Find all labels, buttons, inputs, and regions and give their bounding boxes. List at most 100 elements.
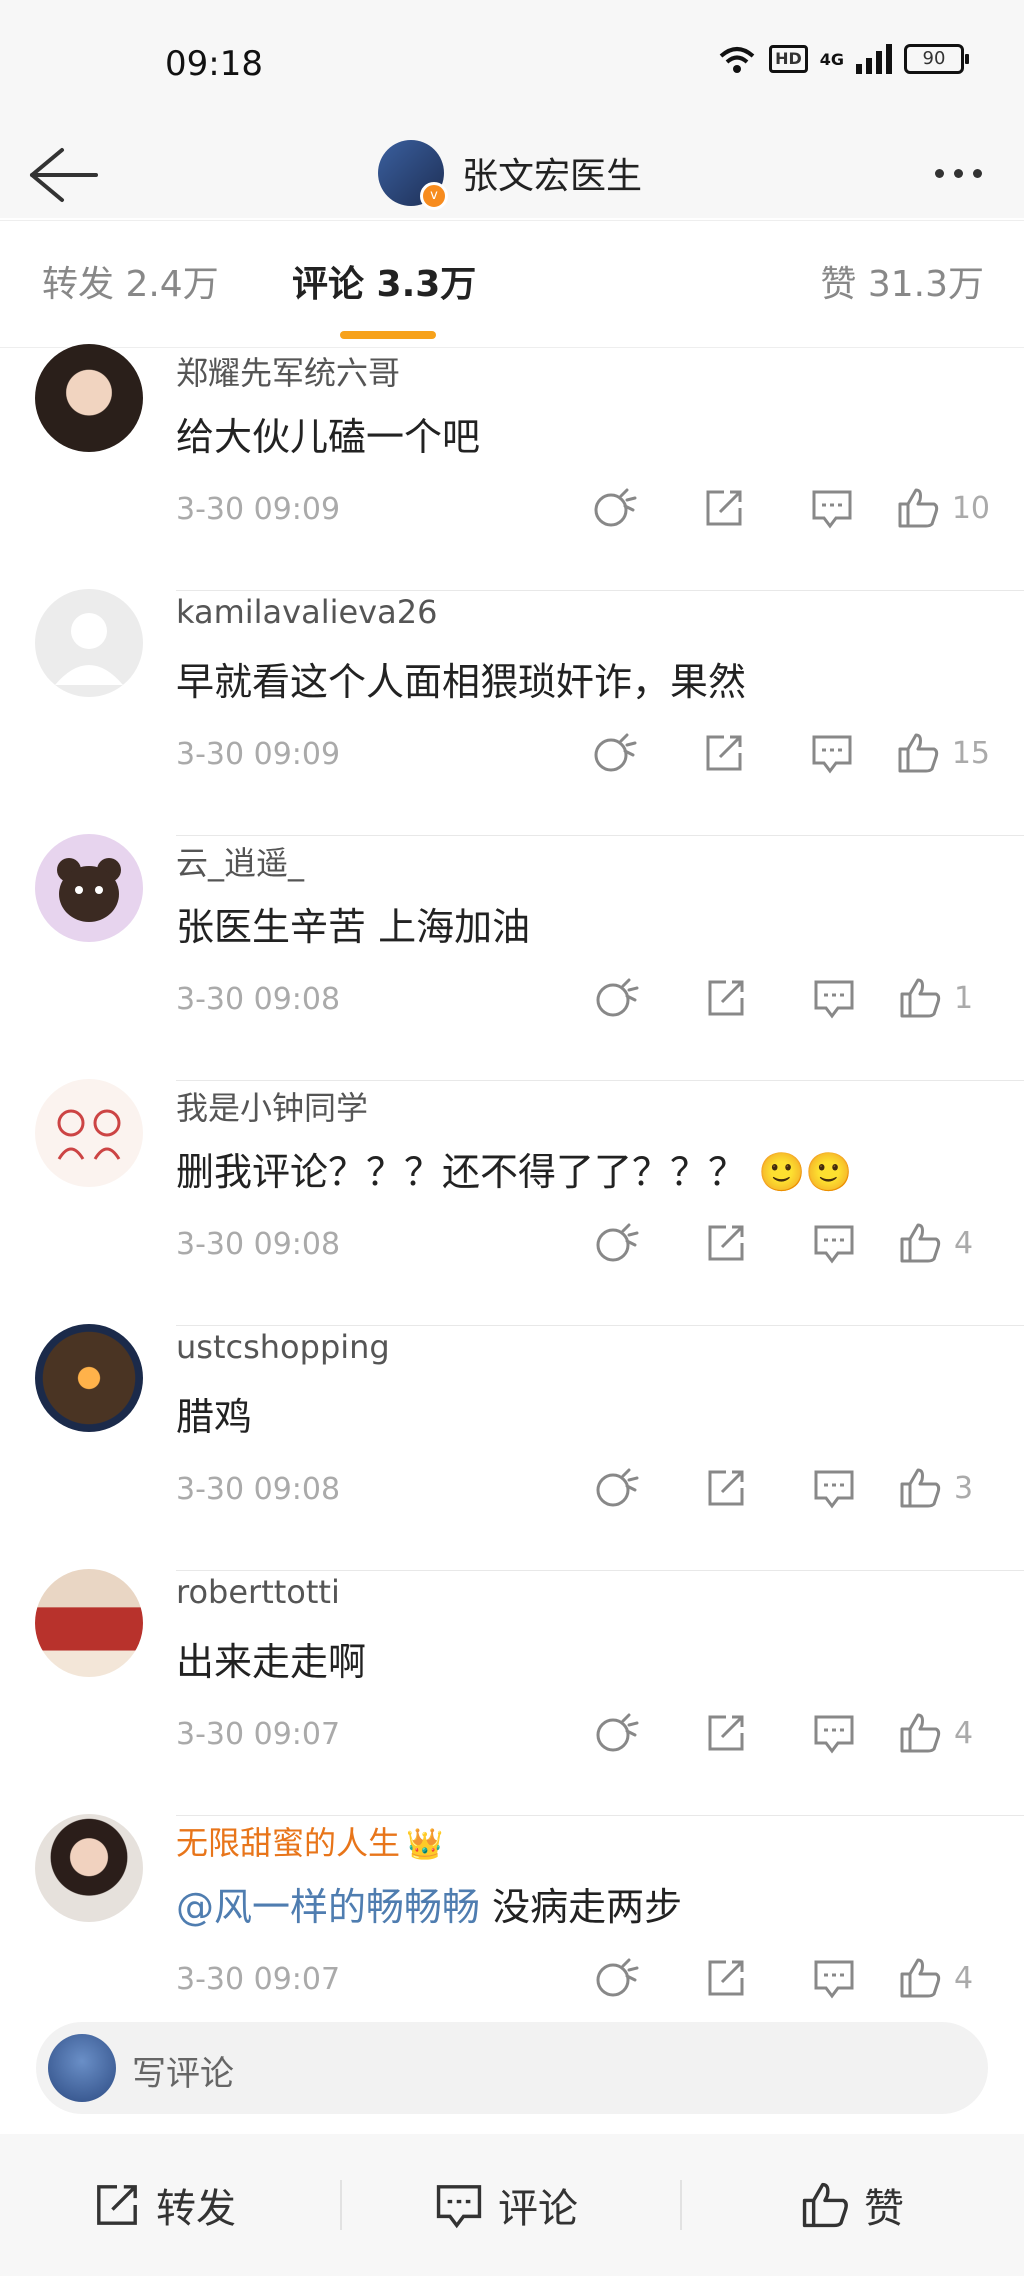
comment-button[interactable]: 评论: [434, 2134, 578, 2276]
avatar[interactable]: [35, 1814, 143, 1922]
like-count: 1: [954, 980, 974, 1016]
comment-text: @风一样的畅畅畅 没病走两步: [176, 1876, 682, 1931]
like-label: 赞: [864, 2186, 904, 2232]
share-icon: [706, 490, 742, 526]
repost-label: 转发: [156, 2186, 236, 2232]
share-button[interactable]: [670, 482, 778, 534]
avatar[interactable]: [35, 1324, 143, 1432]
comment-text: 删我评论？？？还不得了了？？？ 🙂🙂: [176, 1141, 853, 1196]
crown-icon: 👑: [406, 1827, 444, 1862]
comment-author[interactable]: 我是小钟同学: [176, 1083, 368, 1129]
write-comment-input[interactable]: 写评论: [36, 2022, 988, 2114]
like-button[interactable]: 15: [896, 727, 990, 779]
share-button[interactable]: [672, 1217, 780, 1269]
like-count: 4: [954, 1715, 974, 1751]
reply-button[interactable]: [780, 972, 888, 1024]
divider: [340, 2180, 342, 2230]
like-button[interactable]: 4: [898, 1952, 990, 2004]
nav-bar: v 张文宏医生: [0, 128, 1024, 218]
reaction-button[interactable]: [564, 972, 672, 1024]
bottom-action-bar: 转发 评论 赞: [0, 2134, 1024, 2276]
reaction-button[interactable]: [564, 1217, 672, 1269]
back-button[interactable]: [26, 128, 106, 218]
share-button[interactable]: [672, 1462, 780, 1514]
reply-button[interactable]: [780, 1217, 888, 1269]
tab-likes[interactable]: 赞 31.3万: [820, 255, 984, 307]
comment-actions: 4: [564, 1217, 990, 1269]
cartoon-avatar-icon: [57, 1109, 121, 1160]
like-button[interactable]: 4: [898, 1707, 990, 1759]
thumbs-up-icon: [900, 978, 941, 1018]
share-button[interactable]: [672, 1952, 780, 2004]
profile-header[interactable]: v 张文宏医生: [378, 128, 642, 218]
more-options-icon[interactable]: [918, 128, 998, 218]
signal-icon: [856, 44, 892, 74]
back-arrow-icon: [30, 148, 98, 202]
like-count: 3: [954, 1470, 974, 1506]
like-button[interactable]: 10: [896, 482, 990, 534]
thumbs-up-icon: [802, 2182, 848, 2228]
reaction-icon: [594, 488, 637, 527]
avatar[interactable]: [35, 1569, 143, 1677]
reaction-icon: [596, 978, 639, 1017]
comment-text-body: 删我评论？？？还不得了了？？？: [176, 1150, 747, 1194]
comment-time: 3-30 09:07: [176, 1717, 341, 1752]
comment-author[interactable]: kamilavalieva26: [176, 593, 437, 631]
comment-label: 评论: [498, 2186, 578, 2232]
reaction-icon: [596, 1958, 639, 1997]
comment-actions: 3: [564, 1462, 990, 1514]
tab-repost[interactable]: 转发 2.4万: [42, 255, 219, 307]
reaction-button[interactable]: [562, 727, 670, 779]
share-icon: [708, 1960, 744, 1996]
mention-link[interactable]: @风一样的畅畅畅: [176, 1885, 480, 1929]
like-button[interactable]: 4: [898, 1217, 990, 1269]
comment-icon: [436, 2185, 482, 2229]
like-button[interactable]: 3: [898, 1462, 990, 1514]
thumbs-up-icon: [900, 1958, 941, 1998]
avatar[interactable]: [35, 589, 143, 697]
like-count: 4: [954, 1960, 974, 1996]
share-button[interactable]: [672, 1707, 780, 1759]
tab-comments[interactable]: 评论 3.3万: [292, 255, 476, 307]
comment-text: 出来走走啊: [176, 1640, 367, 1684]
like-button[interactable]: 1: [898, 972, 990, 1024]
status-time: 09:18: [165, 44, 263, 84]
reply-button[interactable]: [778, 727, 886, 779]
status-bar: 09:18 HD 4G 90: [0, 0, 1024, 128]
reply-button[interactable]: [778, 482, 886, 534]
share-button[interactable]: [670, 727, 778, 779]
comment-author[interactable]: 无限甜蜜的人生 👑: [176, 1818, 443, 1864]
avatar: [48, 2034, 116, 2102]
comment-author[interactable]: 郑耀先军统六哥: [176, 348, 400, 394]
share-button[interactable]: [672, 972, 780, 1024]
thumbs-up-icon: [900, 1713, 941, 1753]
avatar[interactable]: v: [378, 140, 448, 210]
thumbs-up-icon: [900, 1468, 941, 1508]
avatar[interactable]: [35, 344, 143, 452]
bear-avatar-icon: [57, 858, 121, 922]
like-button[interactable]: 赞: [800, 2134, 904, 2276]
like-count: 15: [951, 735, 990, 771]
reply-button[interactable]: [780, 1462, 888, 1514]
reaction-button[interactable]: [564, 1952, 672, 2004]
reaction-button[interactable]: [564, 1462, 672, 1514]
comment-author[interactable]: 云_逍遥_: [176, 838, 304, 884]
reply-button[interactable]: [780, 1707, 888, 1759]
battery-icon: 90: [904, 44, 969, 74]
comment-icon: [814, 1225, 854, 1264]
comment-text: 张医生辛苦 上海加油: [176, 905, 531, 949]
reply-button[interactable]: [780, 1952, 888, 2004]
comment-author[interactable]: roberttotti: [176, 1573, 340, 1611]
comment-author[interactable]: ustcshopping: [176, 1328, 390, 1366]
reaction-button[interactable]: [564, 1707, 672, 1759]
reaction-icon: [594, 733, 637, 772]
avatar[interactable]: [35, 834, 143, 942]
avatar[interactable]: [35, 1079, 143, 1187]
comment-time: 3-30 09:07: [176, 1962, 341, 1997]
thumbs-up-icon: [900, 1223, 941, 1263]
comment-time: 3-30 09:09: [176, 492, 341, 527]
reaction-button[interactable]: [562, 482, 670, 534]
divider: [680, 2180, 682, 2230]
repost-button[interactable]: 转发: [92, 2134, 236, 2276]
network-label: 4G: [819, 49, 844, 69]
